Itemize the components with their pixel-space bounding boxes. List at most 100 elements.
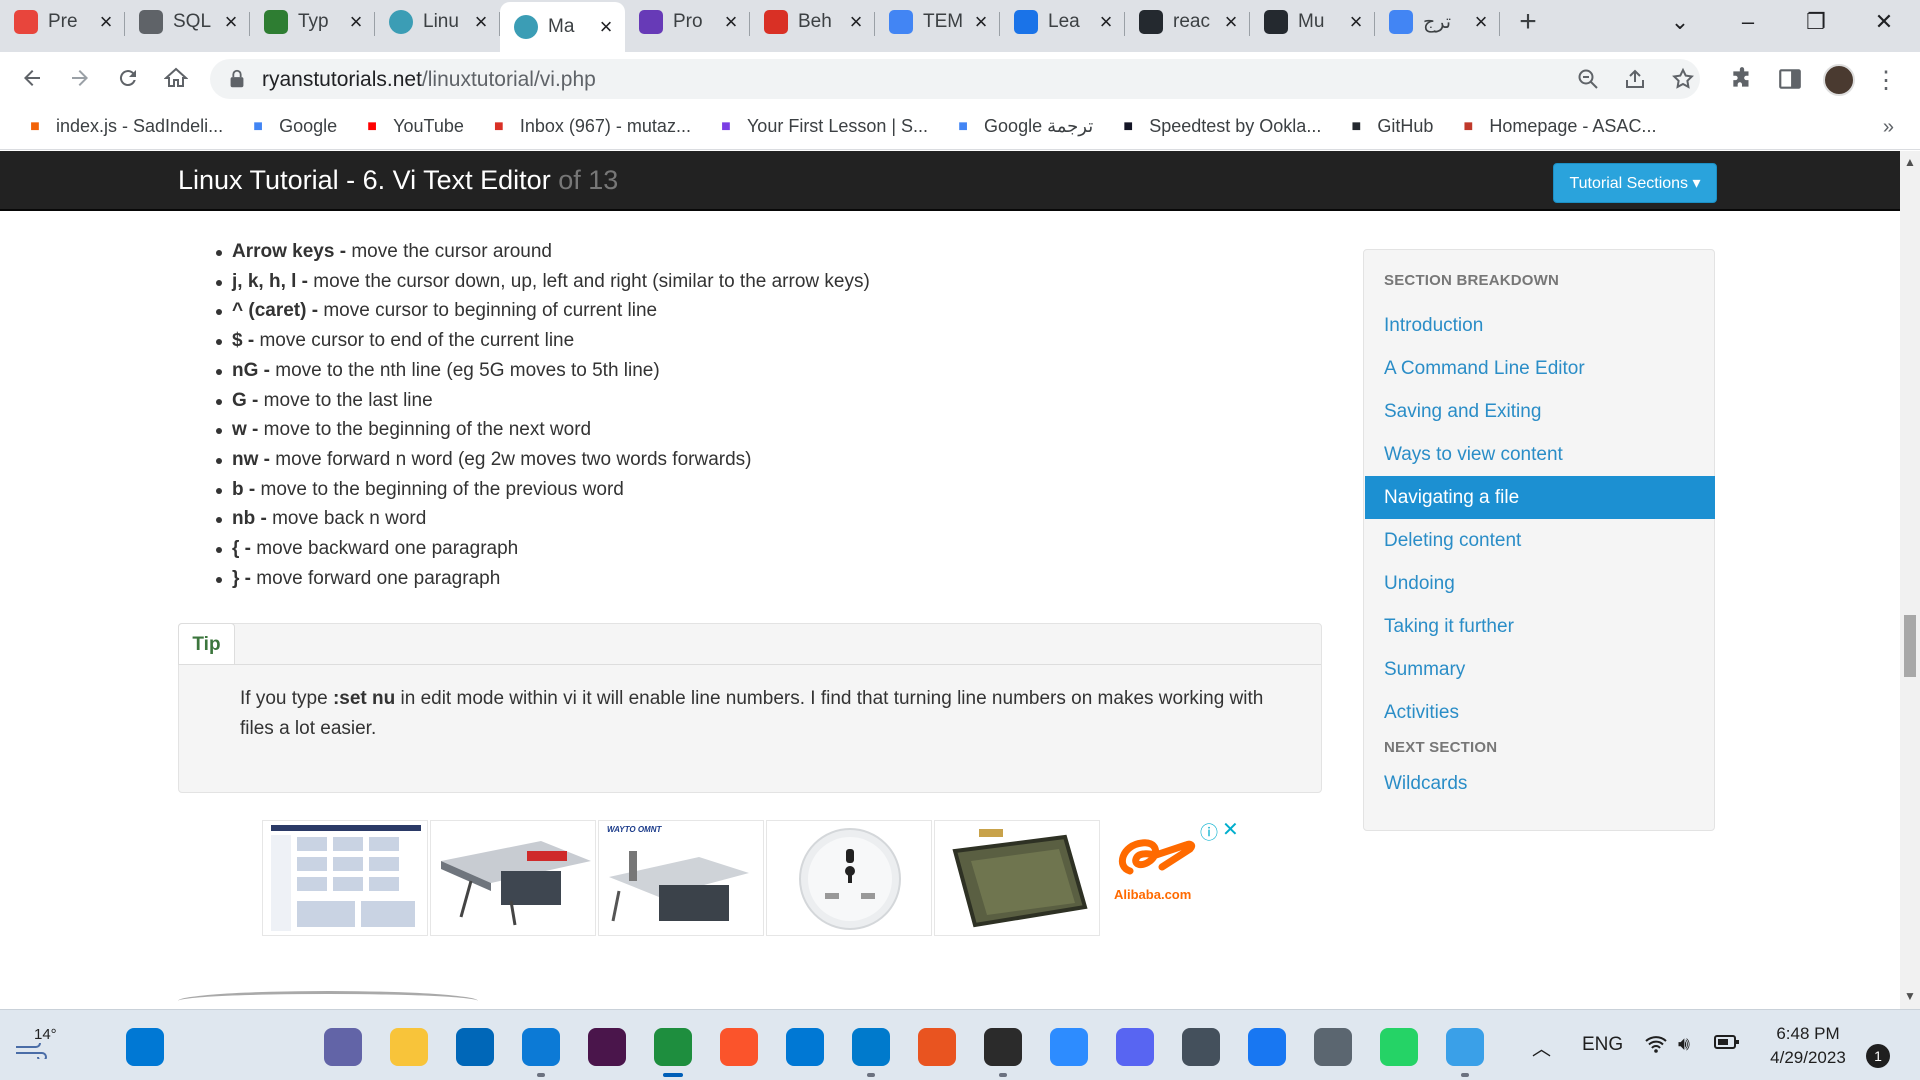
home-icon[interactable] <box>158 60 194 96</box>
scrollbar-thumb[interactable] <box>1904 615 1916 677</box>
close-tab-icon[interactable]: × <box>1097 9 1115 35</box>
close-tab-icon[interactable]: × <box>722 9 740 35</box>
extensions-icon[interactable] <box>1728 66 1756 94</box>
scroll-up-icon[interactable]: ▲ <box>1904 155 1916 169</box>
sidebar-section-link[interactable]: Deleting content <box>1365 519 1715 562</box>
battery-icon[interactable] <box>1714 1034 1740 1056</box>
sidebar-section-link[interactable]: Ways to view content <box>1365 433 1715 476</box>
minimize-icon[interactable]: – <box>1720 0 1776 44</box>
bookmark-item[interactable]: ■ Homepage - ASAC... <box>1457 116 1657 138</box>
ad-product-panel-saw[interactable]: WAYTO OMNT <box>598 820 764 936</box>
vscode-icon[interactable] <box>852 1028 890 1066</box>
bookmark-item[interactable]: ■ Inbox (967) - mutaz... <box>488 116 691 138</box>
mail-icon[interactable] <box>786 1028 824 1066</box>
ad-product-table-saw[interactable] <box>430 820 596 936</box>
close-tab-icon[interactable]: × <box>222 9 240 35</box>
task-view-icon[interactable] <box>258 1028 296 1066</box>
close-tab-icon[interactable]: × <box>847 9 865 35</box>
tray-overflow-icon[interactable]: ︿ <box>1532 1034 1551 1061</box>
page-scrollbar[interactable]: ▲ ▼ <box>1900 151 1920 1009</box>
ad-product-dashboard[interactable] <box>262 820 428 936</box>
profile-avatar[interactable] <box>1823 64 1855 96</box>
discord-icon[interactable] <box>1116 1028 1154 1066</box>
forward-icon[interactable] <box>62 60 98 96</box>
notification-badge[interactable]: 1 <box>1866 1044 1890 1068</box>
close-tab-icon[interactable]: × <box>972 9 990 35</box>
sidebar-section-link[interactable]: Navigating a file <box>1365 476 1715 519</box>
side-panel-icon[interactable] <box>1776 66 1804 94</box>
chrome-icon[interactable] <box>654 1028 692 1066</box>
address-bar[interactable]: ryanstutorials.net/linuxtutorial/vi.php <box>210 59 1700 99</box>
file-explorer-icon[interactable] <box>390 1028 428 1066</box>
sidebar-section-link[interactable]: Taking it further <box>1365 605 1715 648</box>
microsoft-store-icon[interactable] <box>456 1028 494 1066</box>
ad-banner[interactable]: WAYTO OMNT <box>262 820 1102 936</box>
bookmark-item[interactable]: ■ Google ترجمة <box>952 116 1093 138</box>
browser-tab[interactable]: Lea × <box>1000 0 1125 44</box>
search-icon[interactable] <box>192 1028 230 1066</box>
wifi-icon[interactable] <box>1644 1034 1668 1060</box>
tab-search-icon[interactable]: ⌄ <box>1652 0 1708 44</box>
bookmark-item[interactable]: ■ Google <box>247 116 337 138</box>
close-window-icon[interactable]: ✕ <box>1856 0 1912 44</box>
close-tab-icon[interactable]: × <box>347 9 365 35</box>
browser-tab[interactable]: Pro × <box>625 0 750 44</box>
zoom-icon[interactable] <box>1050 1028 1088 1066</box>
paint-icon[interactable] <box>1446 1028 1484 1066</box>
close-tab-icon[interactable]: × <box>1222 9 1240 35</box>
close-tab-icon[interactable]: × <box>1347 9 1365 35</box>
back-icon[interactable] <box>14 60 50 96</box>
system-clock[interactable]: 6:48 PM 4/29/2023 <box>1760 1022 1856 1070</box>
browser-tab[interactable]: Beh × <box>750 0 875 44</box>
input-language[interactable]: ENG <box>1582 1034 1623 1056</box>
next-section-link[interactable]: Wildcards <box>1365 762 1715 805</box>
zoom-icon[interactable] <box>1575 67 1601 93</box>
bookmark-item[interactable]: ■ index.js - SadIndeli... <box>24 116 223 138</box>
terminal-icon[interactable] <box>984 1028 1022 1066</box>
volume-icon[interactable]: 🔊︎ <box>1678 1034 1690 1056</box>
restore-icon[interactable]: ❐ <box>1788 0 1844 44</box>
sidebar-section-link[interactable]: Summary <box>1365 648 1715 691</box>
url-text[interactable]: ryanstutorials.net/linuxtutorial/vi.php <box>262 68 596 92</box>
ubuntu-icon[interactable] <box>918 1028 956 1066</box>
bookmarks-overflow-icon[interactable]: » <box>1883 116 1894 139</box>
camera-icon[interactable] <box>1182 1028 1220 1066</box>
close-tab-icon[interactable]: × <box>97 9 115 35</box>
browser-tab[interactable]: Ma × <box>500 2 625 52</box>
bookmark-item[interactable]: ■ GitHub <box>1345 116 1433 138</box>
browser-tab[interactable]: Linu × <box>375 0 500 44</box>
ad-product-lcd-screen[interactable] <box>934 820 1100 936</box>
sidebar-section-link[interactable]: Introduction <box>1365 304 1715 347</box>
whatsapp-icon[interactable] <box>1380 1028 1418 1066</box>
ad-product-socket[interactable] <box>766 820 932 936</box>
sidebar-section-link[interactable]: Activities <box>1365 691 1715 734</box>
reload-icon[interactable] <box>110 60 146 96</box>
teams-chat-icon[interactable] <box>324 1028 362 1066</box>
sidebar-section-link[interactable]: A Command Line Editor <box>1365 347 1715 390</box>
lock-icon[interactable] <box>226 68 248 90</box>
sidebar-section-link[interactable]: Undoing <box>1365 562 1715 605</box>
weather-widget[interactable]: 14° <box>14 1026 57 1063</box>
browser-tab[interactable]: ترج × <box>1375 0 1500 44</box>
ad-close-icon[interactable]: ✕ <box>1222 817 1239 842</box>
brave-icon[interactable] <box>720 1028 758 1066</box>
edge-icon[interactable] <box>522 1028 560 1066</box>
slack-icon[interactable] <box>588 1028 626 1066</box>
browser-tab[interactable]: TEM × <box>875 0 1000 44</box>
close-tab-icon[interactable]: × <box>472 9 490 35</box>
share-icon[interactable] <box>1622 67 1648 93</box>
browser-tab[interactable]: Mu × <box>1250 0 1375 44</box>
bookmark-item[interactable]: ■ YouTube <box>361 116 464 138</box>
tutorial-sections-button[interactable]: Tutorial Sections ▾ <box>1553 163 1717 203</box>
browser-tab[interactable]: Typ × <box>250 0 375 44</box>
browser-tab[interactable]: SQL × <box>125 0 250 44</box>
bookmark-item[interactable]: ■ Speedtest by Ookla... <box>1117 116 1321 138</box>
close-tab-icon[interactable]: × <box>1472 9 1490 35</box>
ad-info-icon[interactable]: ⓘ <box>1200 819 1218 845</box>
sidebar-section-link[interactable]: Saving and Exiting <box>1365 390 1715 433</box>
facebook-icon[interactable] <box>1248 1028 1286 1066</box>
bookmark-item[interactable]: ■ Your First Lesson | S... <box>715 116 928 138</box>
browser-tab[interactable]: reac × <box>1125 0 1250 44</box>
start-icon[interactable] <box>126 1028 164 1066</box>
new-tab-button[interactable]: + <box>1506 0 1550 44</box>
